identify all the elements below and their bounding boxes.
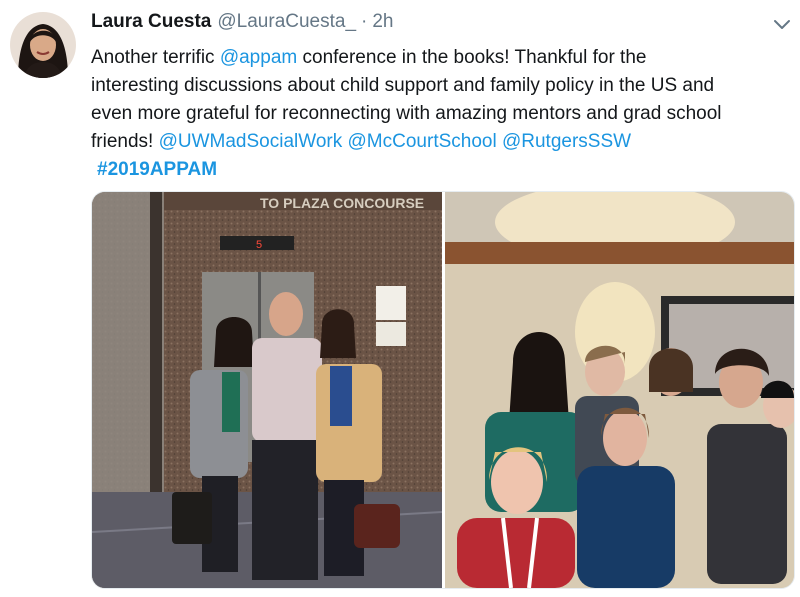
mention-uwmadsocialwork[interactable]: @UWMadSocialWork bbox=[159, 131, 343, 152]
tweet-line-2: interesting discussions about child supp… bbox=[91, 75, 715, 96]
separator-dot: · bbox=[361, 11, 368, 32]
author-handle[interactable]: @LauraCuesta_ bbox=[217, 11, 356, 33]
author-name[interactable]: Laura Cuesta bbox=[91, 11, 211, 33]
tweet-text-segment: friends! bbox=[91, 131, 159, 152]
mention-rutgersssw[interactable]: @RutgersSSW bbox=[502, 131, 631, 152]
elevator-photo[interactable]: TO PLAZA CONCOURSE 5 bbox=[92, 192, 442, 588]
hashtag-2019appam[interactable]: #2019APPAM bbox=[97, 159, 217, 180]
tweet-line-4: friends! @UWMadSocialWork @McCourtSchool… bbox=[91, 128, 791, 156]
tweet-line-5: #2019APPAM bbox=[91, 156, 791, 184]
tweet-header: Laura Cuesta @LauraCuesta_ · 2h bbox=[91, 11, 394, 39]
mention-mccourtschool[interactable]: @McCourtSchool bbox=[348, 131, 497, 152]
tweet-card[interactable]: Laura Cuesta @LauraCuesta_ · 2h Another … bbox=[0, 0, 800, 597]
plaza-sign-text: TO PLAZA CONCOURSE bbox=[260, 195, 424, 211]
tweet-line-3: even more grateful for reconnecting with… bbox=[91, 103, 722, 124]
avatar[interactable] bbox=[10, 12, 76, 78]
tweet-text: Another terrific @appam conference in th… bbox=[91, 44, 791, 184]
media-grid: TO PLAZA CONCOURSE 5 bbox=[91, 191, 795, 589]
tweet-line-1: Another terrific @appam conference in th… bbox=[91, 44, 791, 72]
mention-appam[interactable]: @appam bbox=[220, 47, 297, 68]
timestamp[interactable]: 2h bbox=[372, 11, 393, 33]
chevron-down-icon[interactable] bbox=[772, 18, 792, 32]
floor-indicator: 5 bbox=[256, 239, 262, 251]
tweet-text-segment: conference in the books! Thankful for th… bbox=[297, 47, 647, 68]
tweet-text-segment: Another terrific bbox=[91, 47, 220, 68]
group-photo[interactable] bbox=[445, 192, 794, 588]
